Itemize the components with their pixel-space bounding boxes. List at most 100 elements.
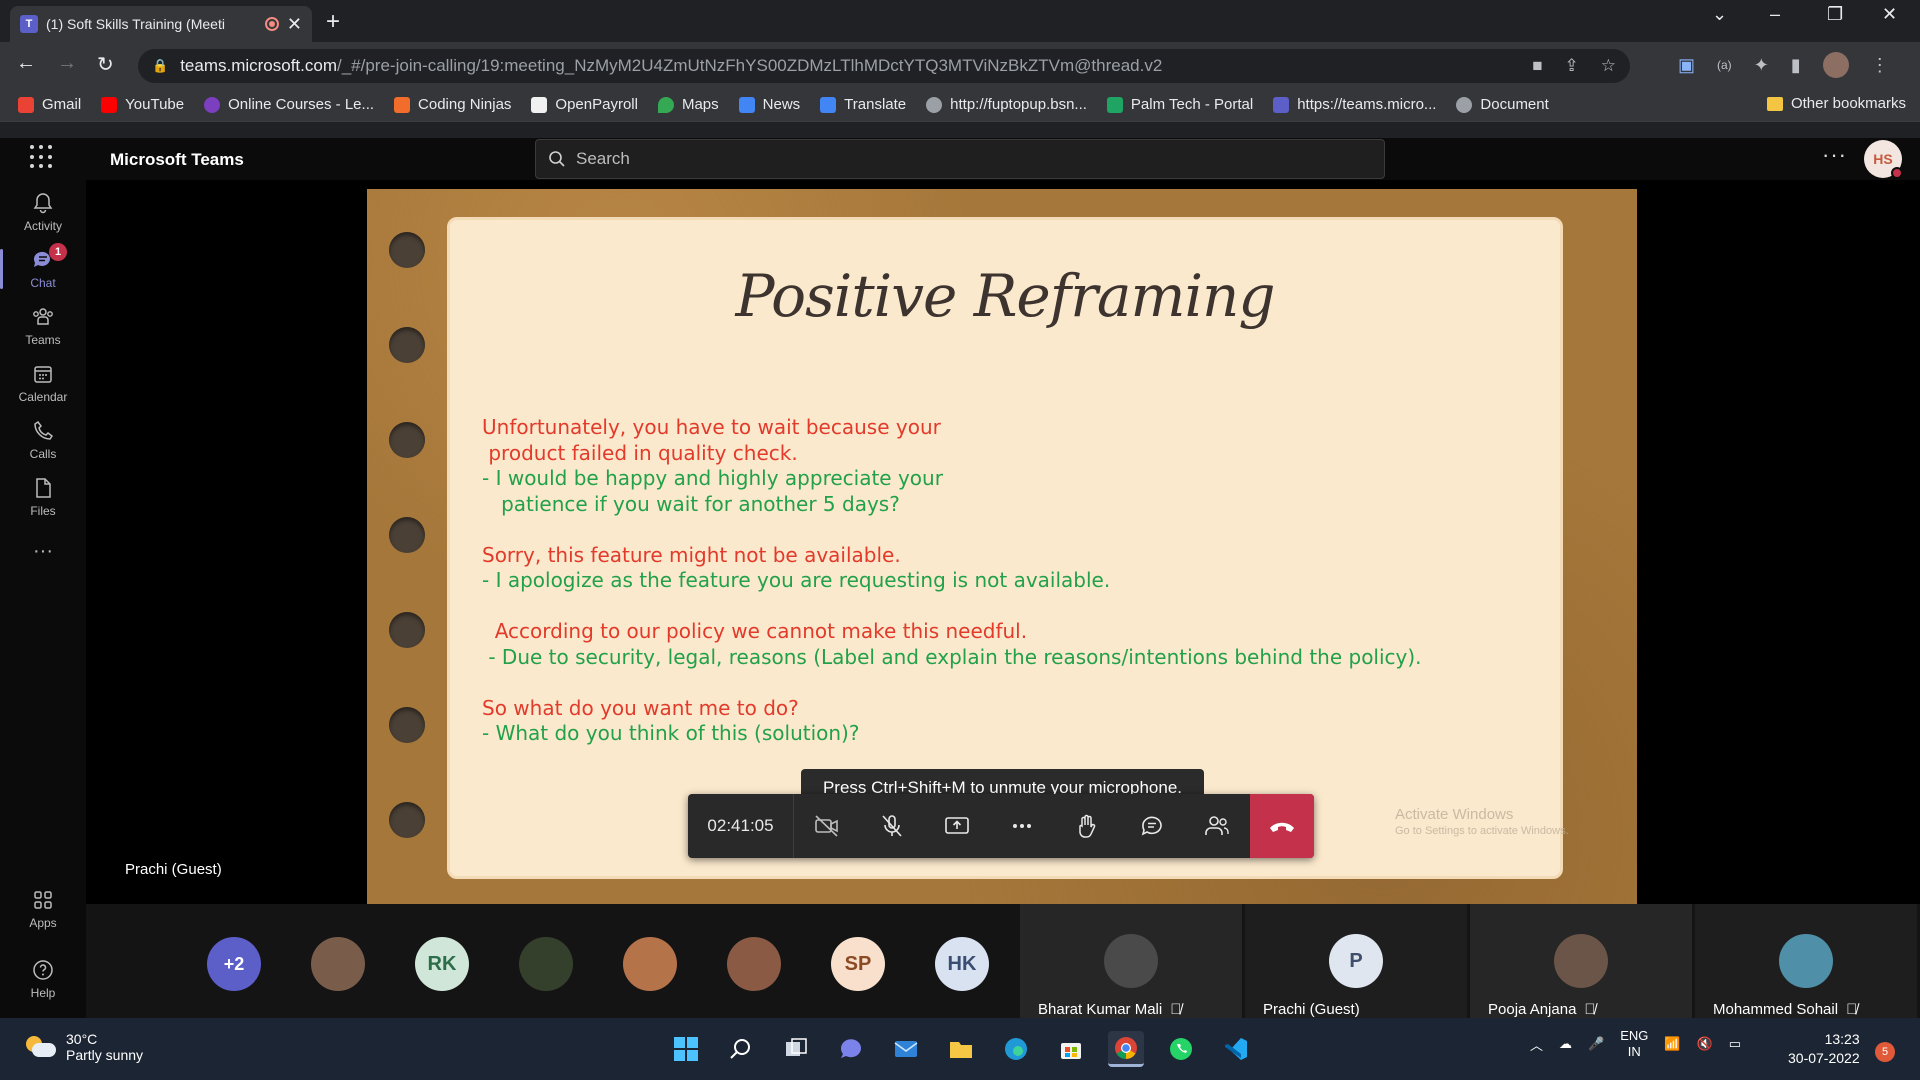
- app-launcher-icon[interactable]: [30, 145, 54, 169]
- participant-photo: [1104, 934, 1158, 988]
- profile-avatar[interactable]: [1822, 52, 1849, 78]
- onedrive-icon[interactable]: ☁: [1559, 1036, 1572, 1052]
- bookmark-openpayroll[interactable]: OpenPayroll: [531, 96, 638, 113]
- user-avatar[interactable]: HS: [1864, 140, 1903, 179]
- show-hidden-icons-icon[interactable]: ︿: [1530, 1035, 1543, 1054]
- bookmark-youtube[interactable]: YouTube: [101, 96, 184, 113]
- whatsapp-app[interactable]: [1163, 1031, 1199, 1067]
- browser-tab[interactable]: T (1) Soft Skills Training (Meeti ✕: [10, 6, 312, 42]
- camera-button[interactable]: [794, 794, 859, 858]
- bookmark-online-courses[interactable]: Online Courses - Le...: [204, 96, 374, 113]
- tab-search-icon[interactable]: ⌄: [1712, 4, 1727, 25]
- notification-badge[interactable]: 5: [1875, 1042, 1895, 1062]
- bookmark-translate[interactable]: Translate: [820, 96, 906, 113]
- bookmark-news[interactable]: News: [738, 96, 800, 113]
- more-apps-icon[interactable]: ···: [0, 520, 86, 582]
- bookmark-coding-ninjas[interactable]: Coding Ninjas: [394, 96, 511, 113]
- weather-widget[interactable]: 30°C Partly sunny: [26, 1031, 143, 1063]
- slide-line: - Due to security, legal, reasons (Label…: [482, 644, 1422, 669]
- participant-avatar[interactable]: [727, 937, 781, 991]
- browser-tabbar: T (1) Soft Skills Training (Meeti ✕ + ⌄ …: [0, 0, 1920, 42]
- puzzle-icon[interactable]: ✦: [1754, 55, 1769, 76]
- rail-item-chat[interactable]: Chat 1: [0, 237, 86, 299]
- wifi-icon[interactable]: 📶: [1664, 1036, 1680, 1052]
- participant-avatar[interactable]: HK: [935, 937, 989, 991]
- new-tab-button[interactable]: +: [326, 8, 340, 36]
- raise-hand-button[interactable]: [1054, 794, 1119, 858]
- bookmark-gmail[interactable]: Gmail: [18, 96, 81, 113]
- battery-icon[interactable]: ▭: [1729, 1036, 1741, 1052]
- clock[interactable]: 13:23 30-07-2022: [1788, 1030, 1860, 1068]
- back-button[interactable]: ←: [16, 52, 36, 75]
- more-actions-button[interactable]: [989, 794, 1054, 858]
- help-icon: [33, 959, 53, 980]
- close-tab-icon[interactable]: ✕: [287, 14, 302, 35]
- side-panel-icon[interactable]: ▮: [1791, 55, 1801, 76]
- bookmark-star-icon[interactable]: ☆: [1601, 56, 1616, 76]
- participant-avatar[interactable]: [519, 937, 573, 991]
- extension-icon[interactable]: (a): [1717, 58, 1732, 72]
- participants-button[interactable]: [1184, 794, 1249, 858]
- rail-item-files[interactable]: Files: [0, 465, 86, 527]
- start-button[interactable]: [668, 1031, 704, 1067]
- slide-body: Unfortunately, you have to wait because …: [482, 415, 1422, 747]
- participant-initials: P: [1329, 934, 1383, 988]
- call-controls: 02:41:05: [688, 794, 1314, 858]
- rail-item-apps[interactable]: Apps: [0, 877, 86, 939]
- rail-item-calls[interactable]: Calls: [0, 408, 86, 470]
- rail-item-help[interactable]: Help: [0, 947, 86, 1009]
- edge-app[interactable]: [998, 1031, 1034, 1067]
- participant-name: Pooja Anjana: [1488, 1001, 1577, 1018]
- bookmark-maps[interactable]: Maps: [657, 96, 719, 113]
- share-icon[interactable]: ⇪: [1565, 56, 1579, 76]
- bookmark-document[interactable]: Document: [1456, 96, 1549, 113]
- participant-avatar[interactable]: [311, 937, 365, 991]
- address-bar[interactable]: 🔒 teams.microsoft.com/_#/pre-join-callin…: [138, 49, 1630, 83]
- search-input[interactable]: Search: [535, 139, 1385, 179]
- participant-tile[interactable]: Mohammed Sohail 🎙̸: [1695, 904, 1917, 1018]
- participant-tile[interactable]: Pooja Anjana 🎙̸: [1470, 904, 1692, 1018]
- participant-avatar[interactable]: [623, 937, 677, 991]
- mail-app[interactable]: [888, 1031, 924, 1067]
- bookmark-teams[interactable]: https://teams.micro...: [1273, 96, 1436, 113]
- overflow-participants[interactable]: +2: [207, 937, 261, 991]
- forward-button[interactable]: →: [57, 52, 77, 75]
- extension-icon[interactable]: ▣: [1678, 55, 1695, 76]
- share-screen-button[interactable]: [924, 794, 989, 858]
- participant-tile[interactable]: P Prachi (Guest): [1245, 904, 1467, 1018]
- vscode-app[interactable]: [1218, 1031, 1254, 1067]
- binder-ring: [389, 517, 425, 553]
- store-app[interactable]: [1053, 1031, 1089, 1067]
- task-view-button[interactable]: [778, 1031, 814, 1067]
- taskbar-search-button[interactable]: [723, 1031, 759, 1067]
- bookmark-palm-tech[interactable]: Palm Tech - Portal: [1106, 96, 1253, 113]
- camera-blocked-icon[interactable]: ■: [1532, 56, 1542, 76]
- chrome-app[interactable]: [1108, 1031, 1144, 1067]
- bookmark-fuptopup[interactable]: http://fuptopup.bsn...: [926, 96, 1087, 113]
- chrome-menu-icon[interactable]: ⋮: [1871, 55, 1889, 76]
- reload-button[interactable]: ↻: [97, 52, 114, 77]
- mic-button[interactable]: [859, 794, 924, 858]
- participant-avatar[interactable]: RK: [415, 937, 469, 991]
- other-bookmarks[interactable]: Other bookmarks: [1766, 95, 1906, 112]
- speaker-muted-icon[interactable]: 🔇: [1697, 1036, 1713, 1052]
- more-options-icon[interactable]: ···: [1822, 142, 1847, 168]
- minimize-button[interactable]: –: [1770, 4, 1780, 25]
- weather-condition: Partly sunny: [66, 1047, 144, 1063]
- participant-tile[interactable]: Bharat Kumar Mali 🎙̸: [1020, 904, 1242, 1018]
- close-window-button[interactable]: ✕: [1882, 4, 1897, 25]
- rail-item-teams[interactable]: Teams: [0, 294, 86, 356]
- leave-call-button[interactable]: [1250, 794, 1314, 858]
- chat-button[interactable]: [1119, 794, 1184, 858]
- restore-button[interactable]: ❐: [1827, 4, 1843, 25]
- teams-chat-app[interactable]: [833, 1031, 869, 1067]
- rail-item-activity[interactable]: Activity: [0, 180, 86, 242]
- rail-item-calendar[interactable]: Calendar: [0, 351, 86, 413]
- mic-off-icon: [881, 815, 902, 837]
- file-explorer-app[interactable]: [943, 1031, 979, 1067]
- slide-line: product failed in quality check.: [482, 440, 798, 465]
- microphone-in-use-icon[interactable]: 🎤: [1588, 1036, 1604, 1052]
- language-indicator[interactable]: ENG IN: [1620, 1028, 1648, 1060]
- slide-line: - What do you think of this (solution)?: [482, 721, 860, 745]
- participant-avatar[interactable]: SP: [831, 937, 885, 991]
